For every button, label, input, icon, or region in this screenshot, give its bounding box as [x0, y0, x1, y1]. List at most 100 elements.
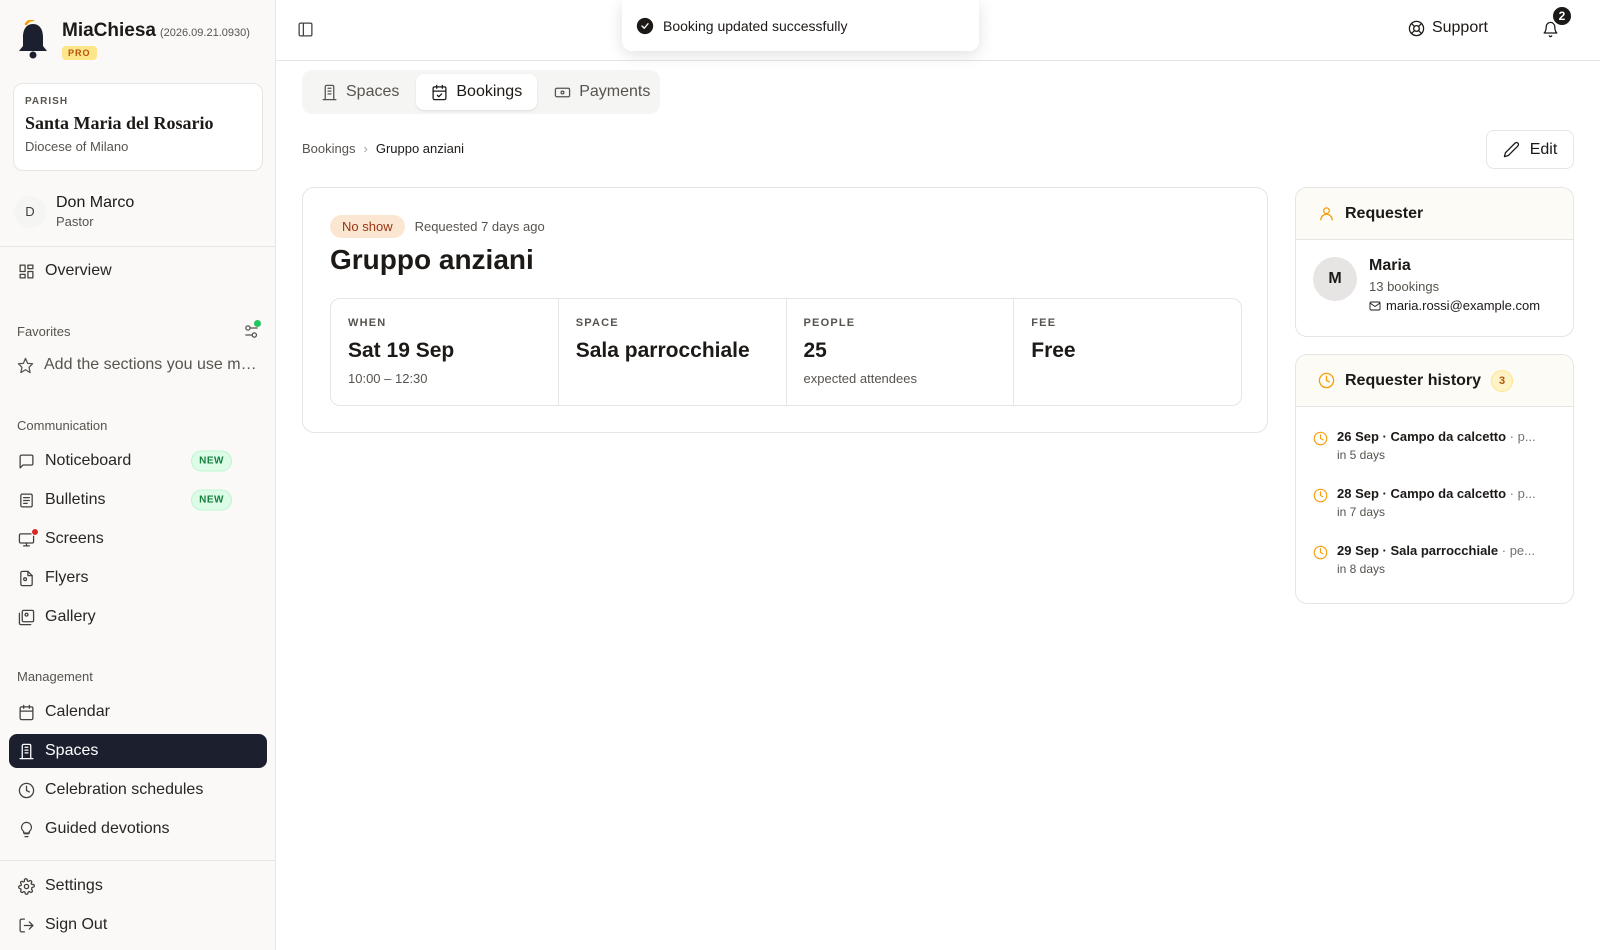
- bell-logo-icon: [16, 20, 50, 60]
- clock-icon: [1318, 372, 1335, 389]
- list-item[interactable]: 29 Sep · Sala parrocchiale · pe... in 8 …: [1313, 531, 1556, 588]
- history-item-title: 29 Sep · Sala parrocchiale: [1337, 543, 1499, 558]
- banknote-icon: [554, 84, 571, 101]
- management-label: Management: [17, 669, 93, 684]
- communication-label: Communication: [17, 418, 108, 433]
- sidebar-item-noticeboard[interactable]: Noticeboard NEW: [9, 444, 267, 478]
- avatar: M: [1313, 257, 1357, 301]
- calendar-check-icon: [431, 84, 448, 101]
- file-image-icon: [18, 570, 35, 587]
- favorites-hint[interactable]: Add the sections you use most: [17, 356, 257, 374]
- new-badge: NEW: [191, 450, 232, 472]
- support-label: Support: [1431, 19, 1488, 36]
- sidebar-item-guided-devotions[interactable]: Guided devotions: [9, 812, 267, 846]
- divider: [0, 860, 276, 861]
- parish-diocese: Diocese of Milano: [25, 139, 129, 154]
- new-badge: NEW: [191, 489, 232, 511]
- sidebar-item-overview[interactable]: Overview: [9, 254, 267, 288]
- tab-payments[interactable]: Payments: [539, 74, 665, 110]
- life-buoy-icon: [1408, 20, 1425, 37]
- favorites-hint-text: Add the sections you use most: [44, 356, 257, 373]
- history-list: 26 Sep · Campo da calcetto · p... in 5 d…: [1296, 407, 1573, 598]
- support-button[interactable]: Support: [1408, 19, 1488, 37]
- clock-icon: [18, 782, 35, 799]
- history-item-sub: in 5 days: [1337, 448, 1386, 462]
- booking-card: No show Requested 7 days ago Gruppo anzi…: [302, 187, 1268, 433]
- newspaper-icon: [18, 492, 35, 509]
- notification-count-badge: 2: [1551, 5, 1573, 27]
- lightbulb-icon: [18, 821, 35, 838]
- stat-sub: 10:00 – 12:30: [348, 371, 428, 386]
- sidebar-item-label: Settings: [45, 877, 103, 894]
- user-icon: [1318, 205, 1335, 222]
- toast-message: Booking updated successfully: [663, 17, 848, 34]
- stat-value: Sala parrocchiale: [575, 339, 750, 362]
- requester-name: Maria: [1369, 257, 1411, 274]
- tab-label: Payments: [579, 83, 651, 100]
- sidebar-item-gallery[interactable]: Gallery: [9, 600, 267, 634]
- brand[interactable]: MiaChiesa (2026.09.21.0930) PRO: [16, 20, 250, 61]
- tab-spaces[interactable]: Spaces: [306, 74, 414, 110]
- requester-header: Requester: [1296, 188, 1573, 240]
- requester-email[interactable]: maria.rossi@example.com: [1369, 298, 1540, 313]
- layout-dashboard-icon: [18, 263, 35, 280]
- sidebar-item-sign-out[interactable]: Sign Out: [9, 908, 267, 942]
- edit-button[interactable]: Edit: [1486, 130, 1574, 169]
- user-profile[interactable]: D Don Marco Pastor: [14, 194, 134, 229]
- mail-icon: [1369, 300, 1381, 312]
- notification-dot: [31, 528, 39, 536]
- history-item-main: 26 Sep · Campo da calcetto · p...: [1337, 429, 1547, 444]
- sidebar-item-settings[interactable]: Settings: [9, 869, 267, 903]
- log-out-icon: [18, 917, 35, 934]
- stat-when: WHEN Sat 19 Sep 10:00 – 12:30: [331, 299, 559, 405]
- sidebar-item-flyers[interactable]: Flyers: [9, 561, 267, 595]
- booking-stats: WHEN Sat 19 Sep 10:00 – 12:30 SPACE Sala…: [330, 298, 1242, 406]
- app-version: (2026.09.21.0930): [159, 27, 250, 39]
- sidebar-item-label: Gallery: [45, 608, 96, 625]
- gear-icon: [18, 877, 35, 895]
- sidebar-item-screens[interactable]: Screens: [9, 522, 267, 556]
- message-square-icon: [18, 453, 35, 470]
- stat-label: WHEN: [348, 317, 387, 329]
- requester-bookings: 13 bookings: [1369, 279, 1440, 294]
- stat-label: FEE: [1031, 317, 1057, 329]
- edit-label: Edit: [1529, 140, 1558, 158]
- success-toast: Booking updated successfully: [622, 0, 979, 51]
- sidebar-item-spaces[interactable]: Spaces: [9, 734, 267, 768]
- stat-fee: FEE Free: [1014, 299, 1241, 405]
- breadcrumb-parent[interactable]: Bookings: [302, 141, 355, 156]
- star-icon: [17, 357, 34, 374]
- sidebar-item-calendar[interactable]: Calendar: [9, 695, 267, 729]
- parish-name: Santa Maria del Rosario: [25, 113, 214, 133]
- requested-time: Requested 7 days ago: [414, 219, 545, 234]
- tab-label: Bookings: [456, 83, 523, 100]
- clock-icon: [1313, 488, 1328, 531]
- building-icon: [321, 84, 338, 101]
- user-role: Pastor: [56, 214, 94, 229]
- parish-card[interactable]: PARISH Santa Maria del Rosario Diocese o…: [13, 83, 263, 171]
- divider: [0, 246, 276, 247]
- history-count-badge: 3: [1491, 369, 1514, 392]
- stat-value: 25: [803, 339, 827, 362]
- history-header: Requester history 3: [1296, 355, 1573, 407]
- history-item-sub: in 7 days: [1337, 505, 1386, 519]
- sidebar-item-bulletins[interactable]: Bulletins NEW: [9, 483, 267, 517]
- list-item[interactable]: 28 Sep · Campo da calcetto · p... in 7 d…: [1313, 474, 1556, 531]
- history-item-main: 28 Sep · Campo da calcetto · p...: [1337, 486, 1547, 501]
- requester-heading: Requester: [1345, 204, 1424, 222]
- parish-label: PARISH: [25, 96, 69, 107]
- favorites-label: Favorites: [17, 324, 71, 339]
- history-item-main: 29 Sep · Sala parrocchiale · pe...: [1337, 543, 1547, 558]
- images-icon: [18, 609, 35, 626]
- avatar: D: [14, 195, 46, 228]
- sidebar-item-label: Noticeboard: [45, 452, 132, 469]
- list-item[interactable]: 26 Sep · Campo da calcetto · p... in 5 d…: [1313, 417, 1556, 474]
- stat-label: PEOPLE: [803, 317, 856, 329]
- sidebar-item-label: Overview: [45, 262, 112, 279]
- stat-sub: expected attendees: [803, 371, 917, 386]
- sidebar-toggle-icon[interactable]: [297, 21, 314, 38]
- tab-bookings[interactable]: Bookings: [416, 74, 538, 110]
- history-item-title: 26 Sep · Campo da calcetto: [1337, 429, 1507, 444]
- sidebar-item-celebration-schedules[interactable]: Celebration schedules: [9, 773, 267, 807]
- sidebar: MiaChiesa (2026.09.21.0930) PRO PARISH Sa…: [0, 0, 276, 950]
